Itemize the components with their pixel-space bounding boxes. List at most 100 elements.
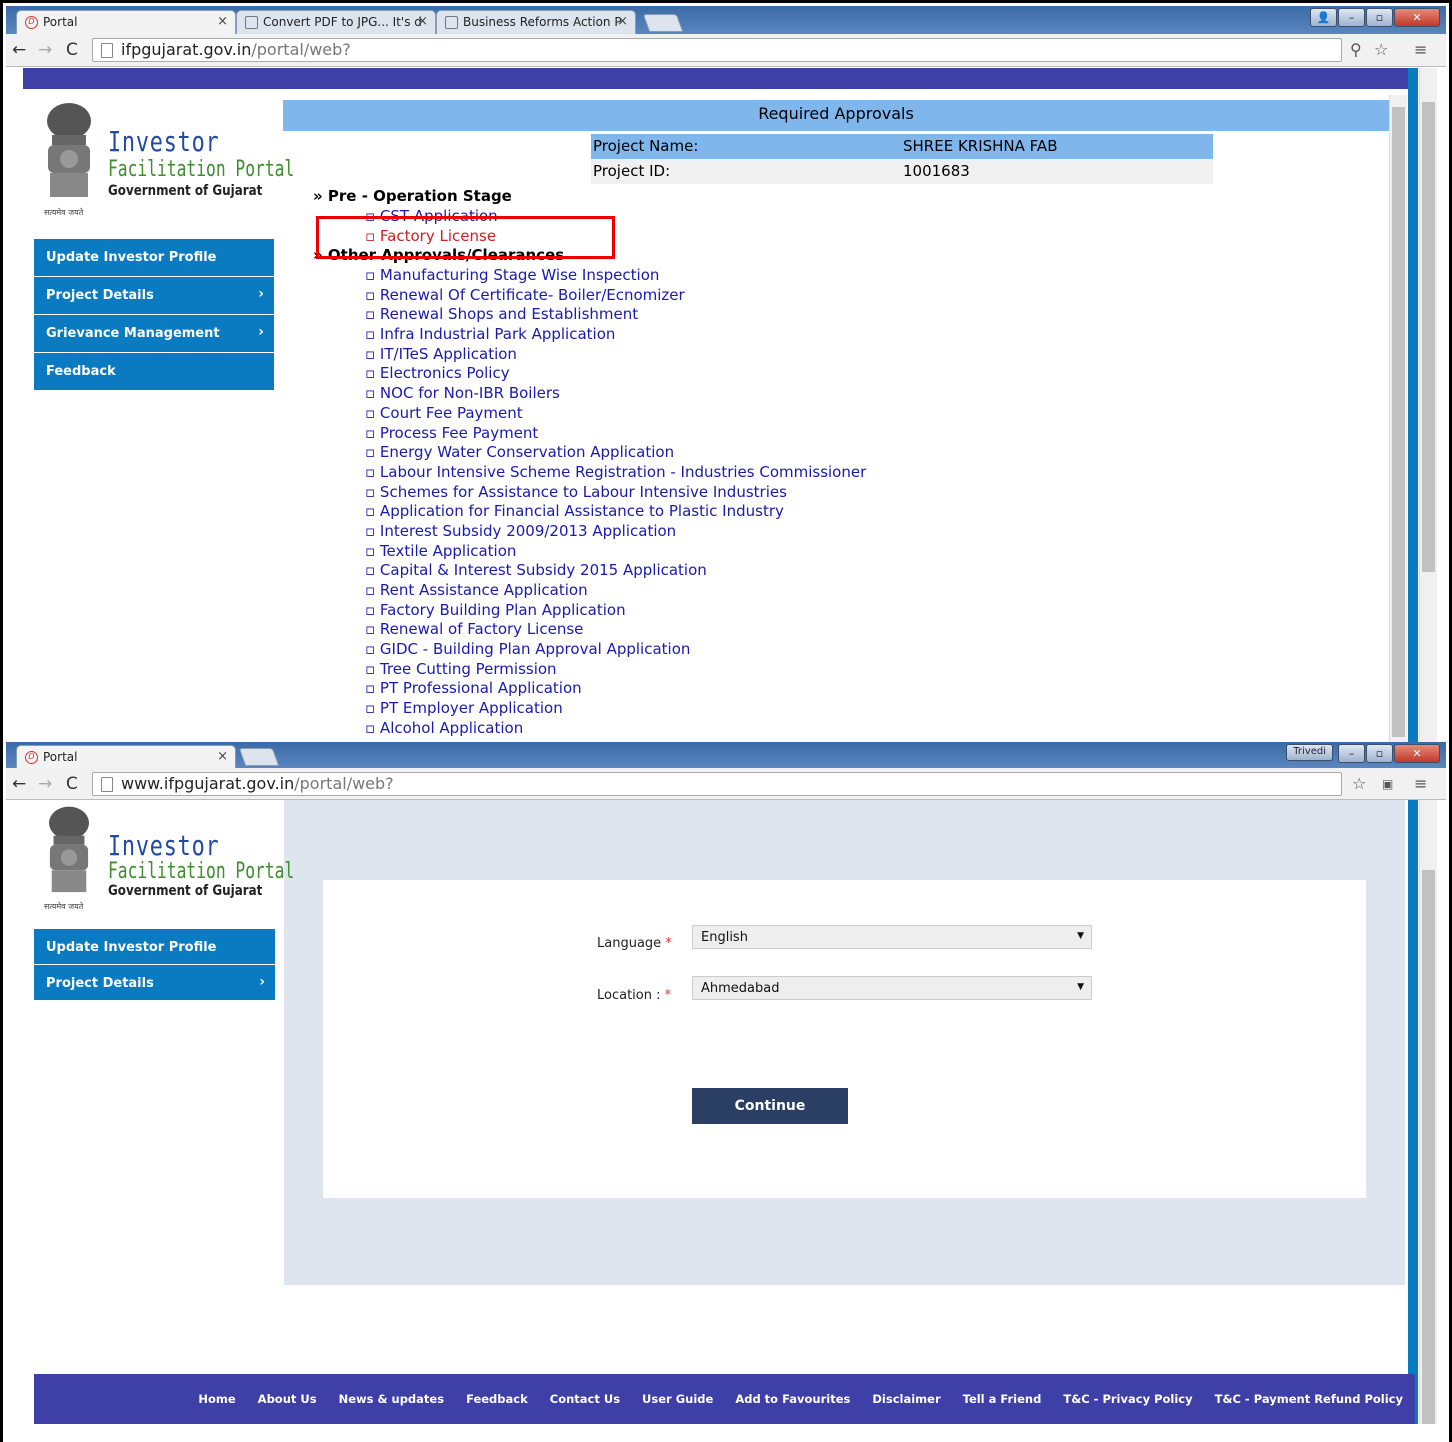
link-energy-water[interactable]: ▫ Energy Water Conservation Application bbox=[365, 443, 866, 463]
language-selected-value: English bbox=[701, 930, 748, 945]
sidebar-item-update-investor-profile[interactable]: Update Investor Profile bbox=[34, 929, 275, 965]
top-tab-business-reforms[interactable]: Business Reforms Action P × bbox=[436, 10, 636, 34]
link-textile[interactable]: ▫ Textile Application bbox=[365, 542, 866, 562]
project-name-row: Project Name: SHREE KRISHNA FAB bbox=[591, 134, 1213, 159]
right-border-strip bbox=[1408, 800, 1418, 1424]
sidebar-item-feedback[interactable]: Feedback bbox=[34, 353, 274, 391]
dropdown-arrow-icon: ▼ bbox=[1077, 931, 1084, 941]
link-factory-building-plan[interactable]: ▫ Factory Building Plan Application bbox=[365, 601, 866, 621]
link-capital-interest-subsidy[interactable]: ▫ Capital & Interest Subsidy 2015 Applic… bbox=[365, 561, 866, 581]
portal-favicon-icon: D bbox=[25, 751, 38, 764]
link-pt-professional[interactable]: ▫ PT Professional Application bbox=[365, 679, 866, 699]
top-tab-portal[interactable]: D Portal × bbox=[16, 10, 236, 34]
address-bar[interactable]: ifpgujarat.gov.in/portal/web? bbox=[92, 38, 1342, 62]
link-it-ites[interactable]: ▫ IT/ITeS Application bbox=[365, 345, 866, 365]
footer-link-tell-a-friend[interactable]: Tell a Friend bbox=[963, 1392, 1042, 1406]
close-window-icon[interactable]: ✕ bbox=[1394, 744, 1440, 763]
maximize-icon[interactable]: ▫ bbox=[1366, 744, 1393, 763]
reload-icon[interactable]: C bbox=[66, 774, 78, 794]
outer-scrollbar[interactable] bbox=[1419, 68, 1437, 742]
bottom-tab-portal[interactable]: D Portal × bbox=[16, 745, 236, 769]
minimize-icon[interactable]: – bbox=[1338, 8, 1365, 27]
bookmark-star-icon[interactable]: ☆ bbox=[1374, 40, 1388, 59]
back-icon[interactable]: ← bbox=[12, 774, 26, 794]
footer-link-refund-policy[interactable]: T&C - Payment Refund Policy bbox=[1215, 1392, 1403, 1406]
link-labour-intensive-schemes[interactable]: ▫ Schemes for Assistance to Labour Inten… bbox=[365, 483, 866, 503]
forward-icon[interactable]: → bbox=[38, 40, 52, 60]
project-id-row: Project ID: 1001683 bbox=[591, 159, 1213, 184]
footer-link-feedback[interactable]: Feedback bbox=[466, 1392, 528, 1406]
language-select[interactable]: English ▼ bbox=[692, 925, 1092, 949]
back-icon[interactable]: ← bbox=[12, 40, 26, 60]
scrollbar-thumb[interactable] bbox=[1422, 102, 1435, 572]
link-alcohol[interactable]: ▫ Alcohol Application bbox=[365, 719, 866, 739]
footer-link-home[interactable]: Home bbox=[198, 1392, 235, 1406]
sidebar-item-grievance-management[interactable]: Grievance Management › bbox=[34, 315, 274, 353]
top-sidebar-menu: Update Investor Profile Project Details … bbox=[34, 239, 274, 391]
screenshot-frame: D Portal × Convert PDF to JPG... It's d … bbox=[0, 0, 1452, 1442]
close-tab-icon[interactable]: × bbox=[417, 14, 428, 29]
link-renewal-certificate-boiler[interactable]: ▫ Renewal Of Certificate- Boiler/Ecnomiz… bbox=[365, 286, 866, 306]
link-infra-industrial-park[interactable]: ▫ Infra Industrial Park Application bbox=[365, 325, 866, 345]
continue-button[interactable]: Continue bbox=[692, 1088, 848, 1124]
footer-link-add-favourites[interactable]: Add to Favourites bbox=[735, 1392, 850, 1406]
link-court-fee[interactable]: ▫ Court Fee Payment bbox=[365, 404, 866, 424]
scrollbar-thumb[interactable] bbox=[1392, 107, 1405, 737]
key-icon[interactable]: ⚲ bbox=[1350, 40, 1362, 59]
link-gidc-building-plan[interactable]: ▫ GIDC - Building Plan Approval Applicat… bbox=[365, 640, 866, 660]
close-tab-icon[interactable]: × bbox=[217, 14, 228, 29]
sidebar-item-project-details[interactable]: Project Details › bbox=[34, 277, 274, 315]
footer-link-about-us[interactable]: About Us bbox=[258, 1392, 317, 1406]
page-icon bbox=[101, 43, 113, 58]
top-portal-logo: Investor Facilitation Portal Government … bbox=[38, 95, 294, 225]
link-plastic-industry[interactable]: ▫ Application for Financial Assistance t… bbox=[365, 502, 866, 522]
maximize-icon[interactable]: ▫ bbox=[1366, 8, 1393, 27]
location-label-text: Location : bbox=[597, 988, 661, 1003]
footer-link-disclaimer[interactable]: Disclaimer bbox=[872, 1392, 940, 1406]
link-renewal-factory-license[interactable]: ▫ Renewal of Factory License bbox=[365, 620, 866, 640]
minimize-icon[interactable]: – bbox=[1338, 744, 1365, 763]
project-id-value: 1001683 bbox=[903, 162, 970, 180]
tab-label: Business Reforms Action P bbox=[463, 15, 622, 29]
footer-link-privacy-policy[interactable]: T&C - Privacy Policy bbox=[1063, 1392, 1192, 1406]
link-manufacturing-stage-wise-inspection[interactable]: ▫ Manufacturing Stage Wise Inspection bbox=[365, 266, 866, 286]
link-renewal-shops[interactable]: ▫ Renewal Shops and Establishment bbox=[365, 305, 866, 325]
footer-link-user-guide[interactable]: User Guide bbox=[642, 1392, 713, 1406]
new-tab-button[interactable] bbox=[238, 748, 280, 766]
menu-icon[interactable]: ≡ bbox=[1414, 40, 1427, 59]
user-icon[interactable]: 👤 bbox=[1310, 8, 1337, 27]
link-interest-subsidy[interactable]: ▫ Interest Subsidy 2009/2013 Application bbox=[365, 522, 866, 542]
sidebar-item-project-details[interactable]: Project Details › bbox=[34, 965, 275, 1001]
link-process-fee[interactable]: ▫ Process Fee Payment bbox=[365, 424, 866, 444]
user-badge[interactable]: Trivedi bbox=[1286, 744, 1333, 761]
reload-icon[interactable]: C bbox=[66, 40, 78, 60]
scrollbar-thumb[interactable] bbox=[1422, 870, 1435, 1424]
link-tree-cutting[interactable]: ▫ Tree Cutting Permission bbox=[365, 660, 866, 680]
link-rent-assistance[interactable]: ▫ Rent Assistance Application bbox=[365, 581, 866, 601]
link-labour-intensive-registration[interactable]: ▫ Labour Intensive Scheme Registration -… bbox=[365, 463, 866, 483]
location-select[interactable]: Ahmedabad ▼ bbox=[692, 976, 1092, 1000]
bookmark-star-icon[interactable]: ☆ bbox=[1352, 774, 1366, 793]
close-window-icon[interactable]: ✕ bbox=[1394, 8, 1440, 27]
forward-icon[interactable]: → bbox=[38, 774, 52, 794]
address-bar[interactable]: www.ifpgujarat.gov.in/portal/web? bbox=[92, 772, 1342, 796]
menu-icon[interactable]: ≡ bbox=[1414, 774, 1427, 793]
sidebar-item-update-investor-profile[interactable]: Update Investor Profile bbox=[34, 239, 274, 277]
footer-link-news[interactable]: News & updates bbox=[339, 1392, 444, 1406]
project-name-label: Project Name: bbox=[593, 137, 699, 155]
chevron-right-icon: › bbox=[259, 974, 265, 990]
link-electronics-policy[interactable]: ▫ Electronics Policy bbox=[365, 364, 866, 384]
required-mark: * bbox=[664, 988, 672, 1003]
page-scrollbar[interactable] bbox=[1389, 95, 1407, 742]
url-path: /portal/web? bbox=[294, 774, 394, 793]
link-pt-employer[interactable]: ▫ PT Employer Application bbox=[365, 699, 866, 719]
close-tab-icon[interactable]: × bbox=[217, 749, 228, 764]
close-tab-icon[interactable]: × bbox=[617, 14, 628, 29]
top-tab-convert-pdf[interactable]: Convert PDF to JPG... It's d × bbox=[236, 10, 436, 34]
extension-icon[interactable]: ▣ bbox=[1382, 777, 1393, 791]
location-label: Location : * bbox=[597, 988, 671, 1003]
footer-link-contact-us[interactable]: Contact Us bbox=[550, 1392, 620, 1406]
page-scrollbar[interactable] bbox=[1419, 800, 1437, 1424]
link-noc-non-ibr[interactable]: ▫ NOC for Non-IBR Boilers bbox=[365, 384, 866, 404]
new-tab-button[interactable] bbox=[642, 14, 684, 32]
